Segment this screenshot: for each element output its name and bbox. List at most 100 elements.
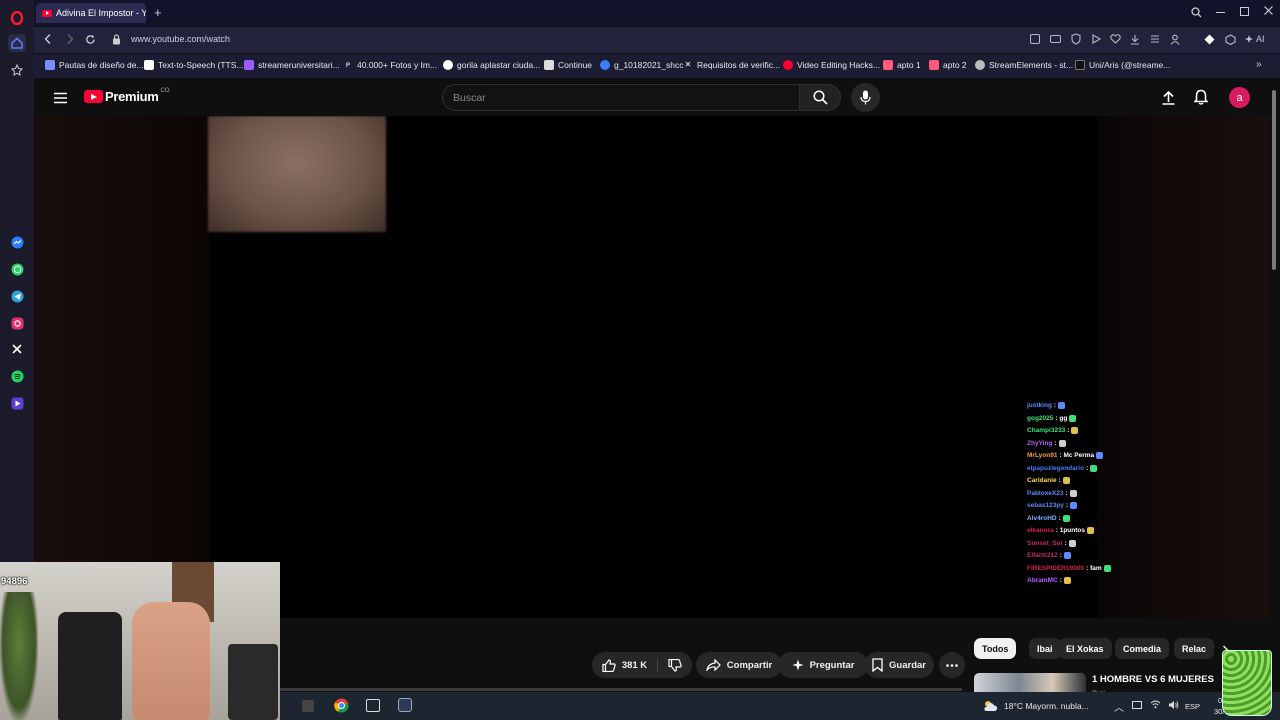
chip-ibai[interactable]: Ibai <box>1029 638 1061 659</box>
language-indicator[interactable]: ESP <box>1185 702 1200 711</box>
x-twitter-icon[interactable] <box>8 340 26 358</box>
chip-el-xokas[interactable]: El Xokas <box>1058 638 1112 659</box>
chip-label: Comedia <box>1123 643 1162 654</box>
chip-comedia[interactable]: Comedia <box>1115 638 1170 659</box>
bookmark-item[interactable]: Continue <box>544 60 592 70</box>
tray-overflow-icon[interactable]: ︿ <box>1114 699 1124 714</box>
camera-snapshot-icon[interactable] <box>1050 35 1061 43</box>
more-actions-button[interactable] <box>939 652 965 678</box>
hamburger-menu-icon[interactable] <box>54 91 67 109</box>
bookmark-item[interactable]: ✕ Requisitos de verific... <box>683 60 781 70</box>
thumbs-up-icon <box>602 658 616 672</box>
weather-text[interactable]: 18°C Mayorm. nubla... <box>1004 701 1089 711</box>
share-button[interactable]: Compartir <box>696 652 782 678</box>
like-button[interactable]: 381 K <box>602 658 659 672</box>
new-tab-button[interactable]: + <box>154 6 162 19</box>
spotify-icon[interactable] <box>8 367 26 385</box>
bookmark-item[interactable]: apto 2 <box>929 60 967 70</box>
shield-icon[interactable] <box>1071 33 1081 48</box>
cube-icon[interactable] <box>1225 34 1236 48</box>
network-icon[interactable] <box>1132 701 1142 709</box>
chat-message: ZhyYing: <box>1027 439 1066 447</box>
chat-message: Carldanie: <box>1027 477 1070 484</box>
profile-icon[interactable] <box>1170 34 1180 48</box>
page-scrollbar[interactable] <box>1272 90 1276 270</box>
back-button[interactable] <box>43 33 53 48</box>
restore-button[interactable] <box>1240 7 1249 16</box>
country-code: CO <box>160 87 170 94</box>
chip-relacionados[interactable]: Relac <box>1174 638 1214 659</box>
avatar[interactable]: a <box>1229 87 1250 108</box>
save-label: Guardar <box>889 659 926 671</box>
download-icon[interactable] <box>1130 34 1140 48</box>
chat-emote-icon <box>1087 527 1094 534</box>
reload-button[interactable] <box>85 34 96 48</box>
capture-taskbar-icon[interactable] <box>398 698 412 712</box>
upload-icon[interactable] <box>1162 90 1175 110</box>
bookmark-item[interactable]: Pautas de diseño de... <box>45 60 144 70</box>
menu-lines-icon[interactable] <box>1150 34 1160 47</box>
whatsapp-icon[interactable] <box>8 260 26 278</box>
url-field[interactable]: www.youtube.com/watch <box>131 34 230 44</box>
mug-overlay <box>1222 650 1272 716</box>
opera-diamond-icon[interactable] <box>1204 34 1215 48</box>
ask-button[interactable]: Preguntar <box>778 652 868 678</box>
heart-icon[interactable] <box>1110 34 1121 47</box>
edit-icon[interactable] <box>1030 34 1040 44</box>
bookmark-item[interactable]: gorila aplastar ciuda... <box>443 60 540 70</box>
minimize-button[interactable] <box>1216 12 1225 13</box>
bookmark-item[interactable]: StreamElements - st... <box>975 60 1073 70</box>
obs-taskbar-icon[interactable] <box>366 699 380 712</box>
save-button[interactable]: Guardar <box>864 652 934 678</box>
recommended-video-title[interactable]: 1 HOMBRE VS 6 MUJERES <box>1092 674 1214 685</box>
like-dislike-group: 381 K <box>592 652 692 678</box>
instagram-icon[interactable] <box>8 314 26 332</box>
voice-search-button[interactable] <box>851 83 880 112</box>
telegram-icon[interactable] <box>8 287 26 305</box>
weather-icon[interactable] <box>982 699 998 714</box>
player-icon[interactable] <box>8 394 26 412</box>
bookmark-item[interactable]: Uni/Aris (@streame... <box>1075 60 1170 70</box>
bookmark-label: Continue <box>558 60 593 70</box>
chrome-taskbar-icon[interactable] <box>334 698 349 718</box>
home-icon[interactable] <box>8 34 26 52</box>
close-window-button[interactable] <box>1263 5 1274 19</box>
chip-todos[interactable]: Todos <box>974 638 1017 659</box>
bookmark-item[interactable]: g_10182021_shcc <box>600 60 683 70</box>
search-button[interactable] <box>799 84 841 111</box>
ai-button[interactable]: AI <box>1244 34 1265 44</box>
thumbs-down-icon <box>668 658 682 672</box>
video-progress-track[interactable] <box>280 688 962 691</box>
bookmark-item[interactable]: apto 1 <box>883 60 921 70</box>
dislike-button[interactable] <box>658 658 682 672</box>
pinboard-icon[interactable] <box>8 61 26 79</box>
chat-message: MrLyon91: Mc Perma <box>1027 452 1104 459</box>
chat-username: AbramMC <box>1027 577 1058 584</box>
volume-icon[interactable] <box>1168 700 1179 712</box>
opera-logo-icon[interactable] <box>8 9 26 27</box>
bookmark-item[interactable]: Video Editing Hacks... <box>783 60 880 70</box>
youtube-logo[interactable]: Premium CO <box>84 87 170 104</box>
bookmark-item[interactable]: streameruniversitari... <box>244 60 340 70</box>
chat-emote-icon <box>1069 414 1077 422</box>
bookmark-item[interactable]: Text-to-Speech (TTS... <box>144 60 244 70</box>
bookmarks-overflow-icon[interactable]: » <box>1256 60 1262 70</box>
bookmark-item[interactable]: ᴘ 40.000+ Fotos y Im... <box>343 60 437 70</box>
chat-text: : 1puntos <box>1055 527 1085 534</box>
chat-text: : <box>1058 514 1061 522</box>
messenger-icon[interactable] <box>8 233 26 251</box>
lock-icon[interactable] <box>112 34 121 48</box>
wifi-icon[interactable] <box>1150 699 1161 711</box>
chat-text: : <box>1054 439 1057 447</box>
tab-active[interactable]: Adivina El Impostor - You <box>36 3 146 23</box>
play-icon[interactable] <box>1091 34 1102 47</box>
search-input[interactable]: Buscar <box>442 84 800 111</box>
taskbar-app-icon[interactable] <box>302 700 314 712</box>
bookmark-label: Uni/Aris (@streame... <box>1089 60 1171 70</box>
share-label: Compartir <box>726 659 773 671</box>
forward-button[interactable] <box>65 33 75 48</box>
chat-username: Champi3233 <box>1027 427 1066 434</box>
search-tabs-icon[interactable] <box>1191 7 1202 21</box>
notifications-bell-icon[interactable] <box>1193 89 1209 110</box>
chat-message: AbramMC: <box>1027 577 1071 584</box>
